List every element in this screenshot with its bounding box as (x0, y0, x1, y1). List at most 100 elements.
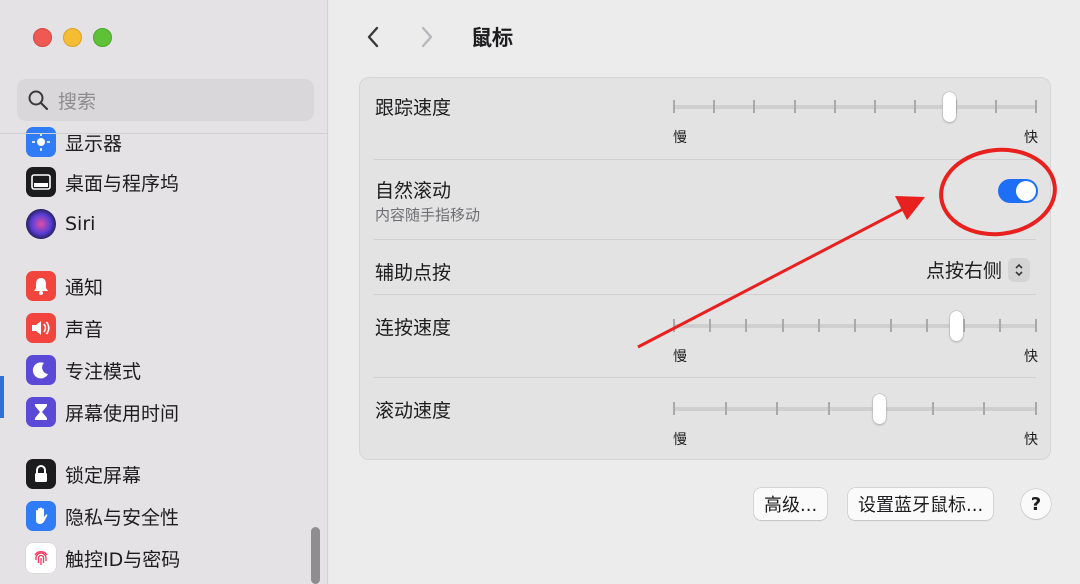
toolbar: 鼠标 (359, 22, 513, 52)
chevron-left-icon (367, 26, 379, 48)
slider-tick (983, 402, 986, 415)
page-title: 鼠标 (471, 26, 513, 50)
row-separator (374, 159, 1036, 160)
natural-scrolling-toggle[interactable] (998, 179, 1038, 203)
slider-tick (713, 100, 716, 113)
natural-scrolling-sublabel: 内容随手指移动 (375, 206, 481, 224)
slider-tick (1035, 100, 1037, 113)
hand-icon (26, 501, 56, 531)
chevron-right-icon (421, 26, 433, 48)
moon-icon (26, 355, 56, 385)
sidebar-item-label: 隐私与安全性 (65, 506, 180, 529)
slider-max-label: 快 (1024, 130, 1038, 146)
row-separator (374, 239, 1036, 240)
sidebar-item-label: 桌面与程序坞 (65, 172, 180, 195)
tracking-speed-label: 跟踪速度 (375, 97, 452, 119)
search-icon (28, 90, 49, 111)
slider-tick (914, 100, 917, 113)
slider-tick (854, 319, 856, 332)
sidebar-item-sound[interactable]: 声音 (26, 312, 103, 344)
slider-tick (890, 319, 893, 332)
sidebar-divider (0, 133, 328, 134)
help-button[interactable]: ? (1021, 489, 1051, 519)
slider-tick (828, 402, 831, 415)
siri-icon (26, 209, 56, 239)
slider-tick (874, 100, 877, 113)
minimize-button[interactable] (63, 28, 82, 47)
close-button[interactable] (33, 28, 52, 47)
sidebar-item-label: Siri (65, 213, 96, 235)
slider-track (673, 105, 1037, 109)
slider-tick (1035, 319, 1037, 332)
search-input[interactable]: 搜索 (17, 79, 314, 121)
main-pane: 鼠标 跟踪速度 慢 快 自然滚动 内容随手指移动 辅助点按 点按右侧 连按速度 (329, 0, 1080, 584)
sidebar-item-label: 声音 (65, 318, 104, 341)
slider-tick (1035, 402, 1037, 415)
sidebar-item-display[interactable]: 显示器 (26, 126, 122, 158)
slider-tick (926, 319, 929, 332)
slider-tick (994, 100, 997, 113)
sidebar-item-label: 屏幕使用时间 (65, 402, 180, 425)
sidebar-item-touch-id[interactable]: 触控ID与密码 (26, 542, 180, 574)
slider-tick (817, 319, 820, 332)
slider-thumb[interactable] (943, 92, 957, 122)
sidebar-item-siri[interactable]: Siri (26, 208, 95, 240)
slider-tick (673, 100, 675, 113)
zoom-button[interactable] (93, 28, 112, 47)
secondary-click-label: 辅助点按 (375, 262, 452, 284)
advanced-button[interactable]: 高级... (754, 488, 828, 520)
slider-tick (931, 402, 934, 415)
row-separator (374, 377, 1036, 378)
tracking-speed-slider[interactable]: 慢 快 (673, 79, 1038, 146)
forward-button[interactable] (413, 22, 441, 52)
slider-tick (709, 319, 712, 332)
scroll-speed-label: 滚动速度 (375, 400, 452, 422)
search-placeholder: 搜索 (58, 90, 97, 113)
sidebar-item-notifications[interactable]: 通知 (26, 270, 103, 302)
row-separator (374, 294, 1036, 295)
double-click-speed-slider[interactable]: 慢 快 (673, 298, 1038, 365)
slider-tick (776, 402, 779, 415)
settings-card: 跟踪速度 慢 快 自然滚动 内容随手指移动 辅助点按 点按右侧 连按速度 慢 快… (359, 77, 1051, 460)
slider-min-label: 慢 (673, 432, 687, 448)
scroll-speed-slider[interactable]: 慢 快 (673, 381, 1038, 448)
fingerprint-icon (26, 543, 56, 573)
slider-tick (998, 319, 1001, 332)
slider-min-label: 慢 (673, 349, 687, 365)
sidebar-item-screen-time[interactable]: 屏幕使用时间 (26, 396, 179, 428)
display-icon (26, 127, 56, 157)
sidebar: 搜索 显示器 桌面与程序坞 Siri 通知 声音 专注模式 屏幕使用时间 锁定屏… (0, 0, 328, 584)
slider-max-label: 快 (1024, 349, 1038, 365)
double-click-speed-label: 连按速度 (375, 317, 452, 339)
slider-tick (793, 100, 796, 113)
secondary-click-value: 点按右侧 (926, 260, 1003, 282)
secondary-click-popup[interactable]: 点按右侧 (926, 256, 1031, 283)
setup-bluetooth-mouse-button[interactable]: 设置蓝牙鼠标... (848, 488, 994, 520)
sidebar-item-privacy-security[interactable]: 隐私与安全性 (26, 500, 179, 532)
slider-tick (673, 402, 675, 415)
slider-tick (753, 100, 756, 113)
sidebar-item-focus[interactable]: 专注模式 (26, 354, 141, 386)
back-button[interactable] (359, 22, 387, 52)
dock-icon (26, 167, 56, 197)
slider-tick (673, 319, 675, 332)
sidebar-item-label: 通知 (65, 276, 104, 299)
sidebar-item-desktop-dock[interactable]: 桌面与程序坞 (26, 166, 179, 198)
natural-scrolling-label: 自然滚动 (375, 180, 452, 202)
traffic-lights (33, 28, 112, 47)
slider-min-label: 慢 (673, 130, 687, 146)
updown-chevron-icon (1008, 257, 1031, 282)
toggle-knob (1016, 181, 1036, 201)
window-edge-accent (0, 376, 4, 418)
speaker-icon (26, 313, 56, 343)
slider-tick (781, 319, 784, 332)
hourglass-icon (26, 397, 56, 427)
slider-tick (833, 100, 836, 113)
slider-thumb[interactable] (873, 394, 887, 424)
lock-icon (26, 459, 56, 489)
slider-tick (724, 402, 727, 415)
sidebar-item-lock-screen[interactable]: 锁定屏幕 (26, 458, 141, 490)
sidebar-scrollbar[interactable] (311, 527, 320, 584)
sidebar-item-label: 专注模式 (65, 360, 142, 383)
slider-thumb[interactable] (950, 311, 964, 341)
